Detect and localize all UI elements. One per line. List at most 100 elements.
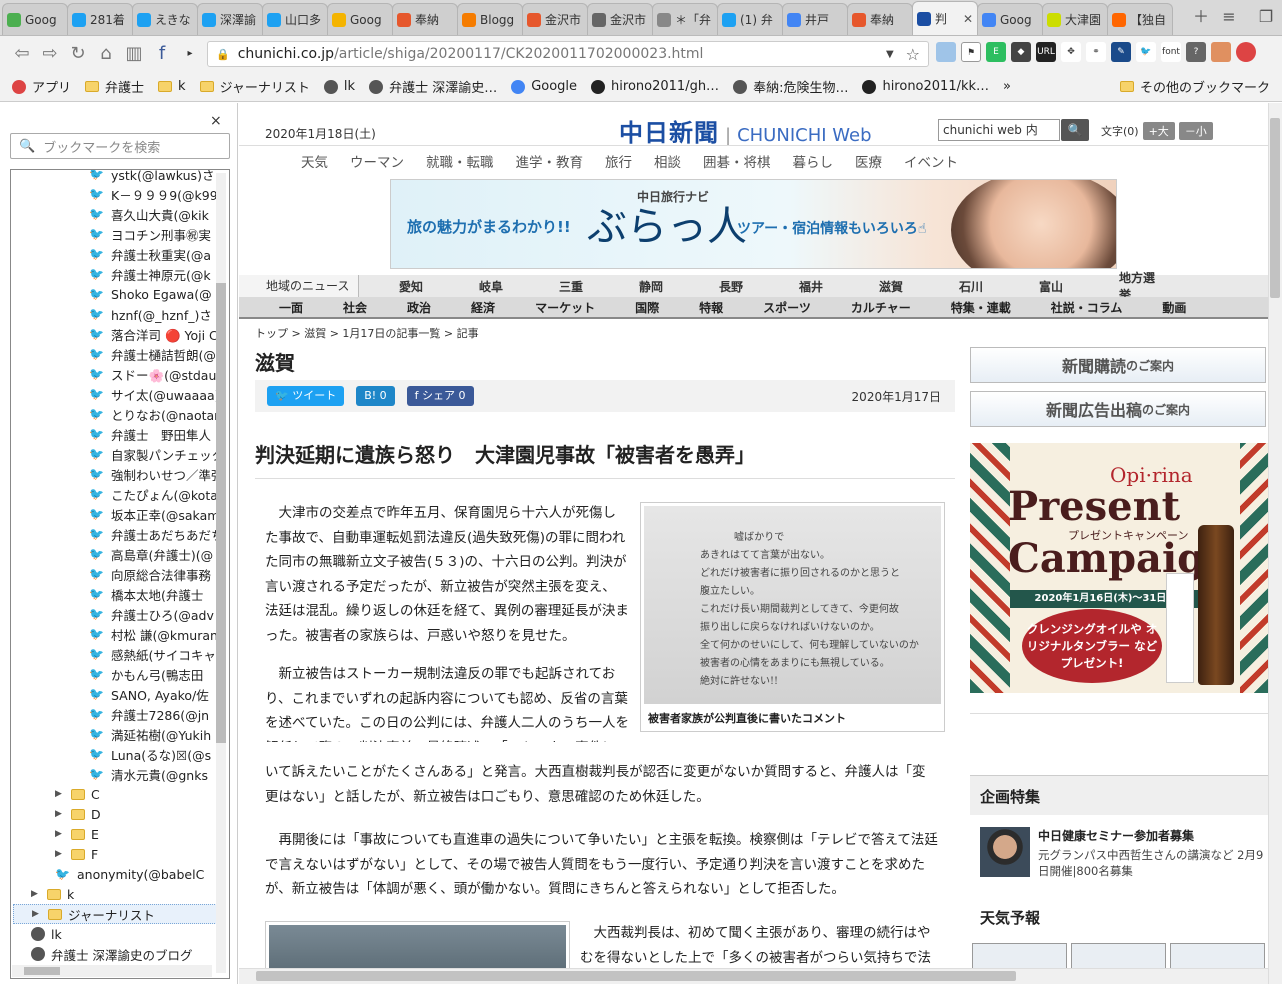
browser-tab[interactable]: Blogg — [457, 3, 523, 35]
browser-tab[interactable]: 奉納 — [392, 3, 458, 35]
bookmark-entry[interactable]: 🐦 橋本太地(弁護士 — [89, 584, 229, 604]
bookmark-folder[interactable]: ▶ C — [55, 784, 229, 804]
bookmark-folder[interactable]: ▶ ジャーナリスト — [13, 904, 217, 924]
bookmark-item[interactable]: hirono2011/kk… — [862, 79, 989, 94]
bookmark-entry[interactable]: 🐦 弁護士あだちあだち — [89, 524, 229, 544]
new-tab-button[interactable]: ＋ — [1190, 6, 1212, 28]
bookmark-entry[interactable]: 🐦 SANO, Ayako/佐 — [89, 684, 229, 704]
bookmark-entry[interactable]: 🐦 強制わいせつ／準強 — [89, 464, 229, 484]
region-nav-head[interactable]: 地域のニュース — [239, 275, 359, 297]
bookmark-item[interactable]: lk — [323, 79, 355, 94]
category-link[interactable]: イベント — [904, 151, 958, 171]
category-link[interactable]: ウーマン — [350, 151, 404, 171]
bookmark-item[interactable]: ジャーナリスト — [199, 77, 310, 96]
site-logo[interactable]: 中日新聞 | CHUNICHI Web — [619, 113, 872, 148]
bookmark-entry[interactable]: lk — [31, 924, 229, 944]
category-link[interactable]: 旅行 — [605, 151, 632, 171]
more-arrow-icon[interactable]: ▸ — [176, 40, 204, 68]
bookmark-entry[interactable]: 🐦 サイ太(@uwaaaa) — [89, 384, 229, 404]
category-link[interactable]: 天気 — [301, 151, 328, 171]
bookmark-item[interactable]: 弁護士 — [85, 77, 144, 96]
browser-tab[interactable]: Goog — [327, 3, 393, 35]
region-link[interactable]: 愛知 — [399, 278, 439, 295]
expand-arrow-icon[interactable]: ▶ — [55, 849, 65, 859]
section-link[interactable]: 動画 — [1162, 299, 1186, 316]
bookmark-item[interactable]: 弁護士 深澤諭史… — [369, 77, 497, 96]
region-link[interactable]: 静岡 — [639, 278, 679, 295]
bookmark-entry[interactable]: 🐦 こたぴょん(@kotac — [89, 484, 229, 504]
bookmark-entry[interactable]: 🐦 満延祐樹(@Yukih — [89, 724, 229, 744]
browser-tab[interactable]: 【独自 — [1107, 3, 1173, 35]
bookmark-entry[interactable]: 🐦 落合洋司 🔴 Yoji C — [89, 324, 229, 344]
back-icon[interactable]: ⇦ — [8, 40, 36, 68]
section-link[interactable]: 社会 — [343, 299, 367, 316]
section-link[interactable]: 政治 — [407, 299, 431, 316]
section-link[interactable]: 経済 — [471, 299, 495, 316]
browser-tab[interactable]: 井戸 — [782, 3, 848, 35]
expand-arrow-icon[interactable]: ▶ — [31, 889, 41, 899]
bookmark-entry[interactable]: 🐦 とりなお(@naotar — [89, 404, 229, 424]
expand-arrow-icon[interactable]: ▶ — [55, 829, 65, 839]
avatar-icon[interactable] — [1211, 42, 1231, 62]
bookmark-entry[interactable]: 🐦 Shoko Egawa(@ — [89, 284, 229, 304]
browser-tab[interactable]: 山口多 — [262, 3, 328, 35]
bookmark-entry[interactable]: 🐦 向原総合法律事務 — [89, 564, 229, 584]
hatena-button[interactable]: B! 0 — [356, 386, 395, 406]
browser-tab[interactable]: 金沢市 — [587, 3, 653, 35]
region-link[interactable]: 長野 — [719, 278, 759, 295]
bookmark-item[interactable]: Google — [511, 79, 577, 94]
browser-tab[interactable]: ＊「弁 — [652, 3, 718, 35]
region-link[interactable]: 三重 — [559, 278, 599, 295]
twitter-icon[interactable]: 🐦 — [1136, 42, 1156, 62]
region-link[interactable]: 石川 — [959, 278, 999, 295]
site-search-button[interactable]: 🔍 — [1061, 119, 1089, 141]
bookmark-folder[interactable]: ▶ k — [31, 884, 229, 904]
home-icon[interactable]: ⌂ — [92, 40, 120, 68]
section-link[interactable]: スポーツ — [763, 299, 811, 316]
menu-icon[interactable]: ≡ — [1218, 6, 1240, 28]
bookmark-entry[interactable]: 🐦 anonymity(@babelC — [55, 864, 229, 884]
bookmark-entry[interactable]: 🐦 高島章(弁護士)(@ — [89, 544, 229, 564]
sidebar-hscroll-thumb[interactable] — [24, 967, 60, 975]
section-link[interactable]: 特集・連載 — [951, 299, 1011, 316]
profile-icon[interactable] — [1236, 42, 1256, 62]
sidebar-scroll-thumb[interactable] — [216, 283, 226, 743]
category-link[interactable]: 暮らし — [793, 151, 834, 171]
bookmark-star-icon[interactable]: ☆ — [906, 45, 920, 64]
bookmark-item[interactable]: k — [158, 79, 186, 94]
pdf-icon[interactable]: ? — [1186, 42, 1206, 62]
bookmark-entry[interactable]: 弁護士 深澤諭史のブログ — [31, 944, 229, 964]
subscribe-banner[interactable]: 新聞購読 のご案内 — [970, 347, 1266, 383]
url-icon[interactable]: URL — [1036, 42, 1056, 62]
site-search-input[interactable]: chunichi web 内 — [938, 119, 1060, 141]
category-link[interactable]: 医療 — [855, 151, 882, 171]
bookmark-item[interactable]: hirono2011/gh… — [591, 79, 719, 94]
bookmark-entry[interactable]: 🐦 弁護士7286(@jn — [89, 704, 229, 724]
link-icon[interactable]: ⚭ — [1086, 42, 1106, 62]
bookmark-item[interactable]: » — [1003, 79, 1011, 94]
bookmark-entry[interactable]: 🐦 Luna(るな)☒(@s — [89, 744, 229, 764]
bookmark-entry[interactable]: 🐦 清水元貴(@gnks — [89, 764, 229, 784]
browser-tab[interactable]: 深澤諭 — [197, 3, 263, 35]
region-link[interactable]: 福井 — [799, 278, 839, 295]
bookmark-entry[interactable]: 🐦 弁護士秋重実(@a — [89, 244, 229, 264]
cosmetics-ad[interactable]: Opi·rina Present プレゼントキャンペーン Campaign 20… — [970, 443, 1268, 693]
bookmark-item[interactable]: 奉納:危険生物… — [733, 77, 848, 96]
facebook-icon[interactable]: f — [148, 40, 176, 68]
pocket-icon[interactable]: ◆ — [1011, 42, 1031, 62]
facebook-share-button[interactable]: f シェア 0 — [406, 386, 474, 406]
browser-tab[interactable]: 大津園 — [1042, 3, 1108, 35]
bookmark-entry[interactable]: 🐦 弁護士樋詰哲朗(@ — [89, 344, 229, 364]
expand-arrow-icon[interactable]: ▶ — [55, 789, 65, 799]
expand-arrow-icon[interactable]: ▶ — [55, 809, 65, 819]
category-link[interactable]: 就職・転職 — [426, 151, 494, 171]
section-link[interactable]: マーケット — [535, 299, 595, 316]
bookmark-folder[interactable]: ▶ E — [55, 824, 229, 844]
section-link[interactable]: 社説・コラム — [1051, 299, 1123, 316]
tweet-button[interactable]: 🐦 ツイート — [267, 386, 345, 406]
tab-close-icon[interactable]: ✕ — [963, 12, 973, 26]
category-link[interactable]: 相談 — [654, 151, 681, 171]
page-hscroll-thumb[interactable] — [256, 971, 1016, 981]
bookmark-entry[interactable]: 🐦 坂本正幸(@sakam — [89, 504, 229, 524]
category-link[interactable]: 進学・教育 — [516, 151, 584, 171]
